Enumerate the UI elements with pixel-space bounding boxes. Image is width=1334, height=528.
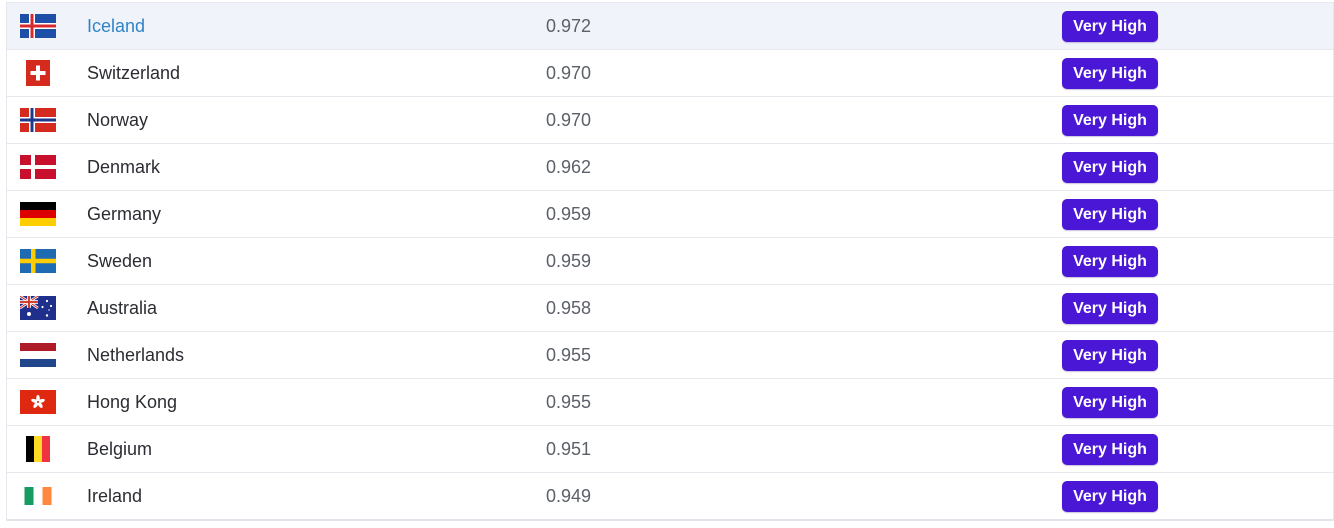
- table-row[interactable]: Ireland 0.949 Very High: [7, 473, 1333, 521]
- switzerland-flag-icon: [26, 60, 50, 86]
- australia-flag-icon: [20, 296, 56, 320]
- country-link[interactable]: Australia: [87, 285, 157, 331]
- country-link[interactable]: Hong Kong: [87, 379, 177, 425]
- table-row[interactable]: Netherlands 0.955 Very High: [7, 332, 1333, 379]
- status-badge: Very High: [1062, 340, 1158, 371]
- hdi-score: 0.959: [546, 251, 592, 271]
- hdi-score: 0.959: [546, 204, 592, 224]
- table-row[interactable]: Australia 0.958 Very High: [7, 285, 1333, 332]
- country-link[interactable]: Sweden: [87, 238, 152, 284]
- status-badge: Very High: [1062, 434, 1158, 465]
- hdi-score: 0.955: [546, 345, 592, 365]
- hdi-score: 0.970: [546, 63, 592, 83]
- hdi-score: 0.951: [546, 439, 592, 459]
- status-badge: Very High: [1062, 293, 1158, 324]
- status-badge: Very High: [1062, 246, 1158, 277]
- germany-flag-icon: [20, 202, 56, 226]
- country-link[interactable]: Belgium: [87, 426, 152, 472]
- status-badge: Very High: [1062, 387, 1158, 418]
- status-badge: Very High: [1062, 11, 1158, 42]
- hdi-score: 0.955: [546, 392, 592, 412]
- status-badge: Very High: [1062, 152, 1158, 183]
- country-link[interactable]: Germany: [87, 191, 161, 237]
- country-link[interactable]: Denmark: [87, 144, 160, 190]
- hdi-ranking-table: Iceland 0.972 Very High Switzerland 0.97…: [6, 2, 1334, 521]
- status-badge: Very High: [1062, 481, 1158, 512]
- sweden-flag-icon: [20, 249, 56, 273]
- table-row[interactable]: Hong Kong 0.955 Very High: [7, 379, 1333, 426]
- table-row[interactable]: Switzerland 0.970 Very High: [7, 50, 1333, 97]
- country-link[interactable]: Norway: [87, 97, 148, 143]
- country-link[interactable]: Iceland: [87, 3, 145, 49]
- country-link[interactable]: Ireland: [87, 473, 142, 519]
- hdi-score: 0.972: [546, 16, 592, 36]
- table-row[interactable]: Sweden 0.959 Very High: [7, 238, 1333, 285]
- country-link[interactable]: Switzerland: [87, 50, 180, 96]
- table-row[interactable]: Belgium 0.951 Very High: [7, 426, 1333, 473]
- table-row[interactable]: Germany 0.959 Very High: [7, 191, 1333, 238]
- hong-kong-flag-icon: [20, 390, 56, 414]
- status-badge: Very High: [1062, 58, 1158, 89]
- hdi-score: 0.958: [546, 298, 592, 318]
- country-link[interactable]: Netherlands: [87, 332, 184, 378]
- table-row[interactable]: Norway 0.970 Very High: [7, 97, 1333, 144]
- ireland-flag-icon: [24, 487, 52, 505]
- status-badge: Very High: [1062, 105, 1158, 136]
- hdi-score: 0.949: [546, 486, 592, 506]
- status-badge: Very High: [1062, 199, 1158, 230]
- table-row[interactable]: Denmark 0.962 Very High: [7, 144, 1333, 191]
- table-row[interactable]: Iceland 0.972 Very High: [7, 3, 1333, 50]
- belgium-flag-icon: [26, 436, 50, 462]
- iceland-flag-icon: [20, 14, 56, 38]
- norway-flag-icon: [20, 108, 56, 132]
- hdi-score: 0.970: [546, 110, 592, 130]
- netherlands-flag-icon: [20, 343, 56, 367]
- hdi-score: 0.962: [546, 157, 592, 177]
- denmark-flag-icon: [20, 155, 56, 179]
